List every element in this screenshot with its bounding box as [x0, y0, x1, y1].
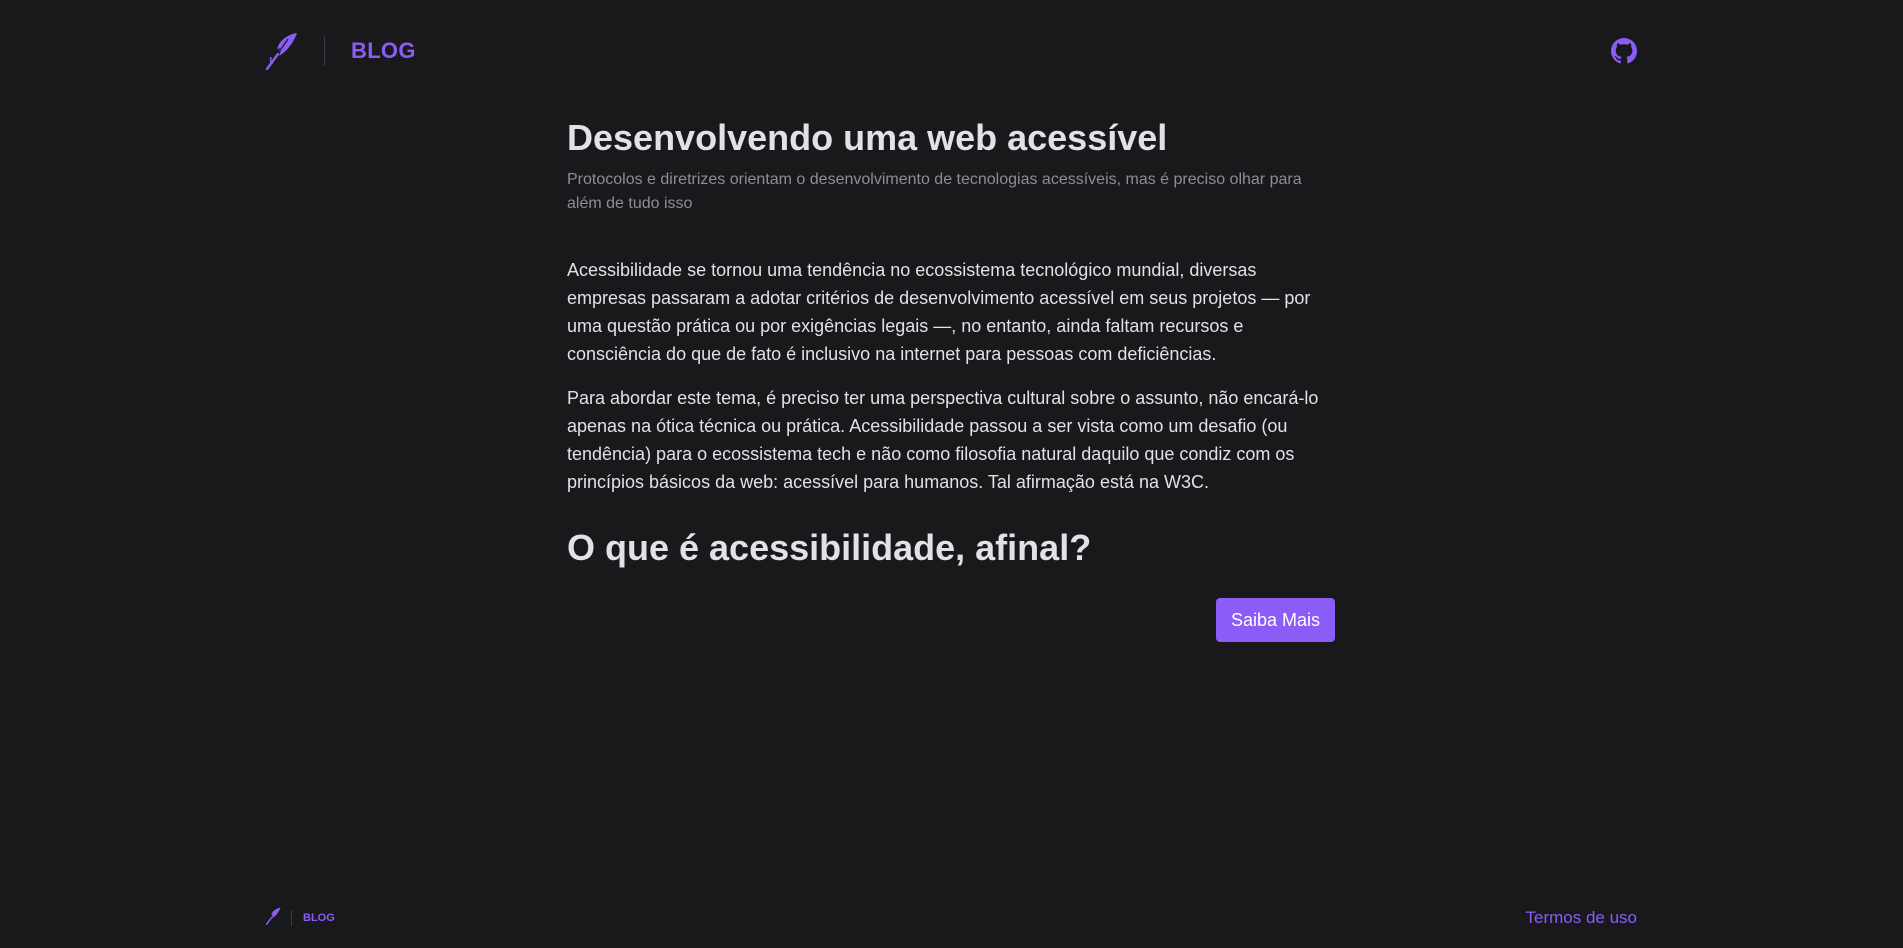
article-paragraph: Para abordar este tema, é preciso ter um…: [567, 388, 1319, 492]
cta-row: Saiba Mais: [567, 598, 1335, 642]
section-heading: O que é acessibilidade, afinal?: [567, 527, 1092, 568]
page: BLOG Desenvolvendo uma web acessível Pro…: [0, 0, 1903, 948]
footer-brand-divider: [291, 910, 292, 926]
brand-divider: [324, 36, 325, 66]
terms-of-use-link[interactable]: Termos de uso: [1526, 908, 1638, 928]
quill-feather-icon: [265, 907, 281, 930]
footer-logo-link[interactable]: BLOG: [265, 907, 335, 930]
github-link[interactable]: [1611, 38, 1637, 64]
site-footer: BLOG Termos de uso: [265, 906, 1638, 930]
quill-feather-icon: [266, 32, 298, 70]
github-icon: [1611, 38, 1637, 64]
site-header: BLOG: [266, 28, 1637, 74]
brand-label: BLOG: [351, 38, 416, 63]
learn-more-button[interactable]: Saiba Mais: [1215, 598, 1335, 642]
footer-brand-label: BLOG: [303, 912, 335, 924]
home-logo-link[interactable]: BLOG: [266, 32, 416, 70]
article: Desenvolvendo uma web acessível Protocol…: [567, 116, 1335, 642]
page-subtitle: Protocolos e diretrizes orientam o desen…: [567, 171, 1302, 212]
page-title: Desenvolvendo uma web acessível: [567, 117, 1168, 158]
article-paragraph: Acessibilidade se tornou uma tendência n…: [567, 260, 1311, 364]
